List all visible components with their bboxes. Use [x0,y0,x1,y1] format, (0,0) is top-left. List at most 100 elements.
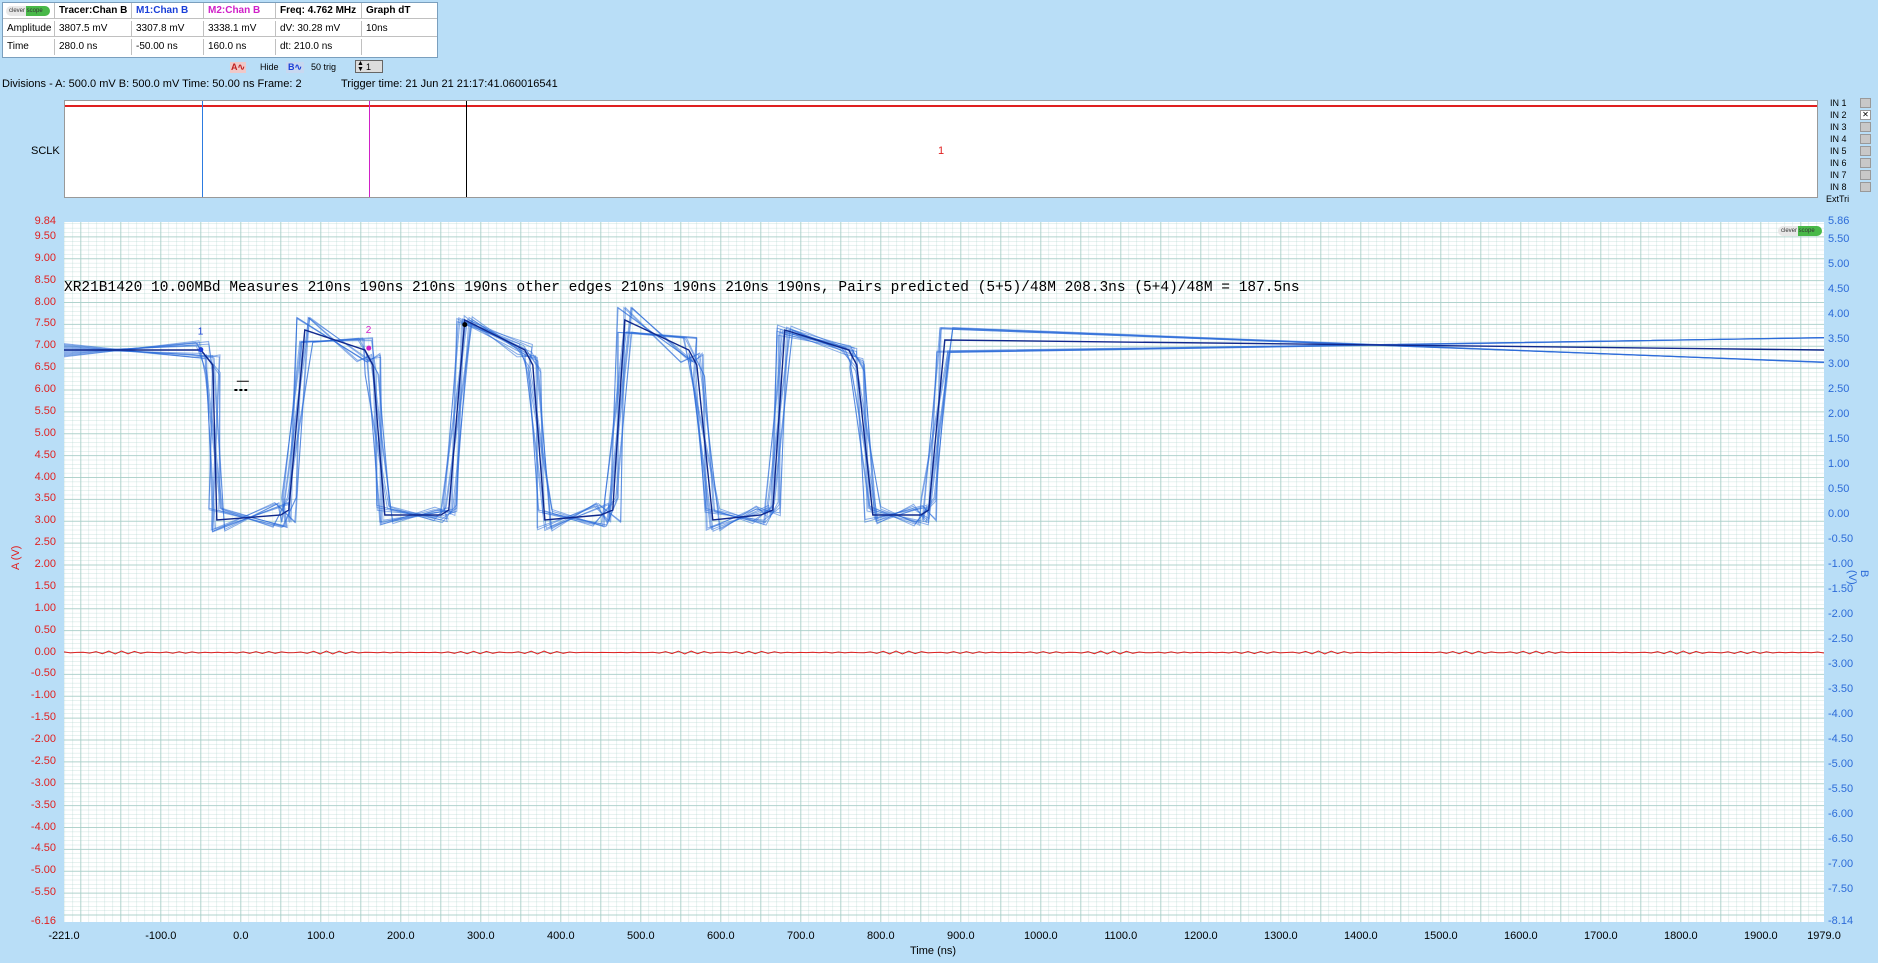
x-tick-label: 1979.0 [1807,930,1841,942]
y-a-tick-label: 8.50 [34,273,56,286]
y-b-tick-label: -3.50 [1828,683,1854,695]
tracer-cursor-line[interactable] [466,101,467,197]
y-a-tick-label: 7.00 [34,339,56,352]
input-checkbox[interactable] [1860,158,1871,168]
y-a-tick-label: 5.50 [34,404,56,417]
y-axis-a-label: A (V) [10,545,22,570]
input-label: IN 5 [1830,146,1847,156]
y-a-tick-label: 3.50 [34,492,56,505]
trigger-time-status: Trigger time: 21 Jun 21 21:17:41.0600165… [341,78,558,90]
x-axis-label: Time (ns) [910,945,957,957]
y-b-tick-label: -7.50 [1828,883,1854,895]
x-tick-label: 700.0 [787,930,815,942]
x-tick-label: 1600.0 [1503,930,1538,942]
y-b-tick-label: -4.00 [1828,708,1854,720]
x-tick-label: 300.0 [467,930,495,942]
y-b-tick-label: -5.50 [1828,783,1854,795]
input-checkbox[interactable] [1860,146,1871,156]
x-tick-label: 100.0 [307,930,335,942]
graph-dt-value: 10ns [362,21,437,37]
y-a-tick-label: -2.50 [30,754,56,767]
input-checkbox[interactable]: ✕ [1860,110,1871,120]
y-a-tick-label: 9.84 [34,215,56,227]
trigger-percent-label[interactable]: 50 trig [311,62,336,73]
input-label: IN 7 [1830,170,1847,180]
b-waveform-icon[interactable]: B∿ [286,62,304,73]
y-a-tick-label: -1.00 [30,689,56,702]
input-label: IN 8 [1830,182,1847,192]
y-a-tick-label: 8.00 [34,295,56,308]
y-b-tick-label: -2.00 [1828,608,1854,620]
y-a-tick-label: 3.00 [34,514,56,527]
marker-tracer [462,322,468,328]
input-checkbox[interactable] [1860,98,1871,108]
row-label-time: Time [3,39,55,55]
y-b-tick-label: 0.50 [1828,483,1850,495]
input-label: IN 2 [1830,110,1847,120]
x-tick-label: 1400.0 [1343,930,1378,942]
frame-spinner[interactable]: 1 ▲ ▼ [355,60,383,73]
input-label: IN 4 [1830,134,1847,144]
y-b-tick-label: -7.00 [1828,858,1854,870]
time-blank [362,39,437,55]
plot-area[interactable]: 12 XR21B1420 10.00MBd Measures 210ns 190… [64,222,1824,922]
a-waveform-icon[interactable]: A∿ [230,62,246,73]
input-checkbox[interactable] [1860,122,1871,132]
y-axis-b-label: B (V) [1846,570,1870,585]
spinner-arrows-icon[interactable]: ▲ ▼ [357,60,364,73]
x-tick-label: 800.0 [867,930,895,942]
row-label-amplitude: Amplitude [3,21,55,37]
x-tick-label: 1300.0 [1263,930,1298,942]
y-a-tick-label: -3.50 [30,798,56,811]
x-tick-label: 1200.0 [1183,930,1218,942]
sclk-channel-label: SCLK [31,145,60,157]
input-checkbox[interactable] [1860,134,1871,144]
y-b-tick-label: 3.50 [1828,333,1850,345]
y-a-tick-label: 6.00 [34,383,56,395]
x-tick-label: 1700.0 [1583,930,1618,942]
m1-cursor-line[interactable] [202,101,203,197]
series-b-trace [64,318,1824,521]
y-b-tick-label: -2.50 [1828,633,1854,645]
digital-channel-panel[interactable]: 1 [64,100,1818,198]
input-checkbox[interactable] [1860,170,1871,180]
y-a-tick-label: 7.50 [34,317,56,330]
y-b-tick-label: 2.50 [1828,383,1850,395]
input-checkbox[interactable] [1860,182,1871,192]
y-b-tick-label: 3.00 [1828,358,1850,370]
y-b-tick-label: 5.86 [1828,215,1850,227]
x-tick-label: 1800.0 [1663,930,1698,942]
x-tick-label: 1500.0 [1423,930,1458,942]
waveform-svg: 12 [64,222,1824,922]
m2-cursor-line[interactable] [369,101,370,197]
y-a-tick-label: -6.16 [30,915,56,927]
x-tick-label: 200.0 [387,930,415,942]
y-a-tick-label: -2.00 [30,733,56,745]
marker-2 [366,345,372,351]
x-tick-label: 1900.0 [1743,930,1778,942]
y-b-tick-label: -3.00 [1828,658,1854,670]
marker-label-1: 1 [198,327,204,338]
amplitude-m2: 3338.1 mV [204,21,276,37]
y-b-tick-label: -1.50 [1828,583,1854,595]
y-a-tick-label: -5.00 [30,864,56,877]
amplitude-dv: dV: 30.28 mV [276,21,362,37]
sclk-digital-trace [65,105,1817,107]
y-b-tick-label: 4.50 [1828,283,1850,295]
x-tick-label: -221.0 [48,930,80,942]
y-b-tick-label: 4.00 [1828,308,1850,320]
input-label: IN 3 [1830,122,1847,132]
digital-marker-label: 1 [938,145,945,157]
y-a-tick-label: 0.50 [34,623,56,636]
y-b-tick-label: 1.50 [1828,433,1850,445]
hide-button[interactable]: Hide [260,62,279,73]
header-tracer: Tracer:Chan B [55,3,132,19]
y-b-tick-label: -8.14 [1828,915,1854,927]
y-b-tick-label: -6.50 [1828,833,1854,845]
y-b-tick-label: -5.00 [1828,758,1854,770]
x-tick-label: 1100.0 [1104,930,1138,942]
measurement-table: clever scope Tracer:Chan B M1:Chan B M2:… [2,2,438,58]
plot-logo: clever scope [1778,226,1822,236]
marker-label-2: 2 [366,325,372,336]
plot-annotation: XR21B1420 10.00MBd Measures 210ns 190ns … [64,280,1300,296]
